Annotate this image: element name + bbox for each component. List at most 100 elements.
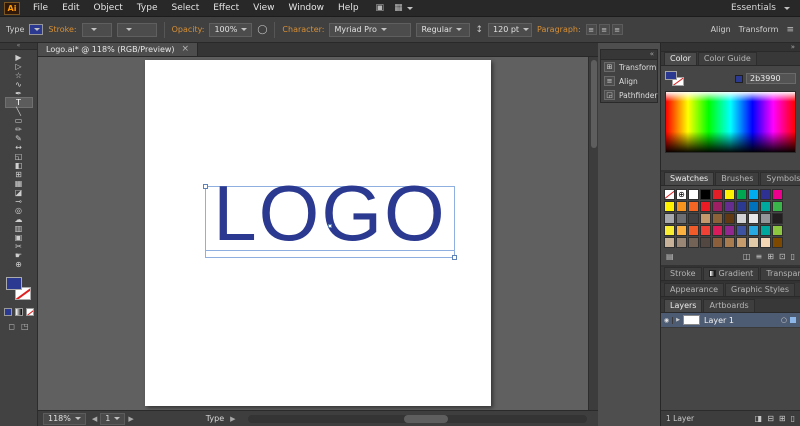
paintbrush-tool[interactable]: ✏	[6, 125, 32, 134]
swatch[interactable]	[688, 237, 699, 248]
layer-expand-icon[interactable]: ▶	[673, 317, 683, 323]
swatch[interactable]	[736, 189, 747, 200]
paragraph-link[interactable]: Paragraph:	[537, 25, 581, 34]
zoom-tool[interactable]: ⊕	[6, 260, 32, 269]
swatch[interactable]	[664, 201, 675, 212]
lasso-tool[interactable]: ∿	[6, 80, 32, 89]
artboard[interactable]: LOGO	[145, 60, 491, 406]
gradient-tool[interactable]: ◪	[6, 188, 32, 197]
swatch[interactable]	[760, 201, 771, 212]
collapse-dock-icon[interactable]: »	[661, 43, 800, 52]
tab-stroke[interactable]: Stroke	[664, 267, 702, 280]
next-artboard-icon[interactable]: ▶	[128, 415, 133, 423]
free-transform-tool[interactable]: ◱	[6, 152, 32, 161]
menu-item[interactable]: Effect	[206, 3, 246, 13]
character-link[interactable]: Character:	[282, 25, 324, 34]
swatch[interactable]	[712, 201, 723, 212]
swatch[interactable]	[712, 237, 723, 248]
menu-item[interactable]: Object	[87, 3, 130, 13]
swatch[interactable]	[688, 189, 699, 200]
align-center-icon[interactable]: ≡	[598, 24, 610, 35]
new-color-group-icon[interactable]: ⊞	[767, 252, 774, 261]
swatch[interactable]	[736, 225, 747, 236]
transform-panel-link[interactable]: Transform	[739, 25, 779, 34]
swatch[interactable]	[676, 237, 687, 248]
launch-bridge-icon[interactable]: ▣	[376, 3, 385, 13]
fill-color-well[interactable]	[5, 277, 22, 290]
align-panel-link[interactable]: Align	[711, 25, 731, 34]
swatch[interactable]	[772, 213, 783, 224]
tab-graphic-styles[interactable]: Graphic Styles	[725, 283, 796, 296]
make-clipping-mask-icon[interactable]: ◨	[755, 414, 763, 423]
stroke-weight-dropdown[interactable]	[116, 22, 157, 37]
fill-stroke-indicator[interactable]	[5, 277, 33, 303]
close-document-icon[interactable]: ×	[182, 45, 190, 54]
align-right-icon[interactable]: ≡	[611, 24, 623, 35]
menu-item[interactable]: View	[246, 3, 281, 13]
pencil-tool[interactable]: ✎	[6, 134, 32, 143]
swatch[interactable]	[688, 225, 699, 236]
hand-tool[interactable]: ☛	[6, 251, 32, 260]
document-tab[interactable]: Logo.ai* @ 118% (RGB/Preview) ×	[38, 43, 199, 56]
opacity-link[interactable]: Opacity:	[172, 25, 205, 34]
swatch[interactable]	[760, 213, 771, 224]
font-size-dropdown[interactable]: 120 pt	[488, 22, 533, 37]
expand-panels-icon[interactable]: «	[601, 50, 657, 60]
layer-row[interactable]: ◉ ▶ Layer 1 ○	[661, 313, 800, 328]
shape-builder-tool[interactable]: ◧	[6, 161, 32, 170]
swatch[interactable]	[712, 189, 723, 200]
selection-handle-top-left[interactable]	[203, 184, 208, 189]
logo-text-object[interactable]: LOGO	[213, 174, 446, 252]
swatch[interactable]	[724, 189, 735, 200]
swatch[interactable]	[748, 213, 759, 224]
swatch[interactable]	[712, 213, 723, 224]
previous-artboard-icon[interactable]: ◀	[92, 415, 97, 423]
pen-tool[interactable]: ✒	[6, 89, 32, 98]
font-size-stepper-icon[interactable]: ↕	[475, 25, 483, 35]
align[interactable]: ≡ Align	[601, 74, 657, 88]
tab-transparency[interactable]: Transparency	[760, 267, 800, 280]
text-selection-box[interactable]: LOGO	[203, 174, 457, 260]
workspace-switcher[interactable]: Essentials	[731, 3, 790, 13]
tab-color-guide[interactable]: Color Guide	[697, 52, 757, 65]
eyedropper-tool[interactable]: ⊸	[6, 197, 32, 206]
artboard-number-dropdown[interactable]: 1	[100, 412, 126, 425]
swatch[interactable]	[736, 213, 747, 224]
line-segment-tool[interactable]: ╲	[6, 107, 32, 116]
pathfinder[interactable]: ◲ Pathfinder	[601, 88, 657, 102]
recolor-artwork-icon[interactable]: ◯	[257, 25, 267, 35]
swatch[interactable]	[760, 189, 771, 200]
menu-item[interactable]: Help	[331, 3, 366, 13]
tab-layers[interactable]: Layers	[664, 299, 703, 312]
new-sublayer-icon[interactable]: ⊟	[767, 414, 774, 423]
drawing-mode-icon[interactable]: ◻	[8, 322, 15, 331]
vertical-scrollbar-thumb[interactable]	[590, 60, 597, 148]
transform[interactable]: ⊞ Transform	[601, 60, 657, 74]
opacity-dropdown[interactable]: 100%	[209, 22, 253, 37]
align-left-icon[interactable]: ≡	[585, 24, 597, 35]
swatch[interactable]	[676, 201, 687, 212]
swatch-libraries-icon[interactable]: ▤	[666, 252, 674, 261]
slice-tool[interactable]: ✂	[6, 242, 32, 251]
tab-color[interactable]: Color	[664, 52, 697, 65]
swatch[interactable]	[664, 225, 675, 236]
tab-swatches[interactable]: Swatches	[664, 172, 715, 185]
delete-swatch-icon[interactable]: ▯	[791, 252, 795, 261]
symbol-sprayer-tool[interactable]: ☁	[6, 215, 32, 224]
swatch[interactable]	[724, 225, 735, 236]
swatch[interactable]	[676, 189, 687, 200]
font-family-dropdown[interactable]: Myriad Pro	[329, 22, 412, 37]
swatch[interactable]	[664, 213, 675, 224]
perspective-grid-tool[interactable]: ⊞	[6, 170, 32, 179]
menu-item[interactable]: File	[26, 3, 55, 13]
canvas[interactable]: LOGO	[38, 57, 588, 410]
width-tool[interactable]: ↔	[6, 143, 32, 152]
menu-item[interactable]: Type	[130, 3, 165, 13]
control-panel-menu-icon[interactable]: ≡	[786, 25, 794, 35]
swatch[interactable]	[760, 237, 771, 248]
type-tool[interactable]: T	[4, 97, 33, 108]
tab-artboards[interactable]: Artboards	[703, 299, 755, 312]
artboard-tool[interactable]: ▣	[6, 233, 32, 242]
swatch[interactable]	[748, 189, 759, 200]
swatch[interactable]	[688, 213, 699, 224]
